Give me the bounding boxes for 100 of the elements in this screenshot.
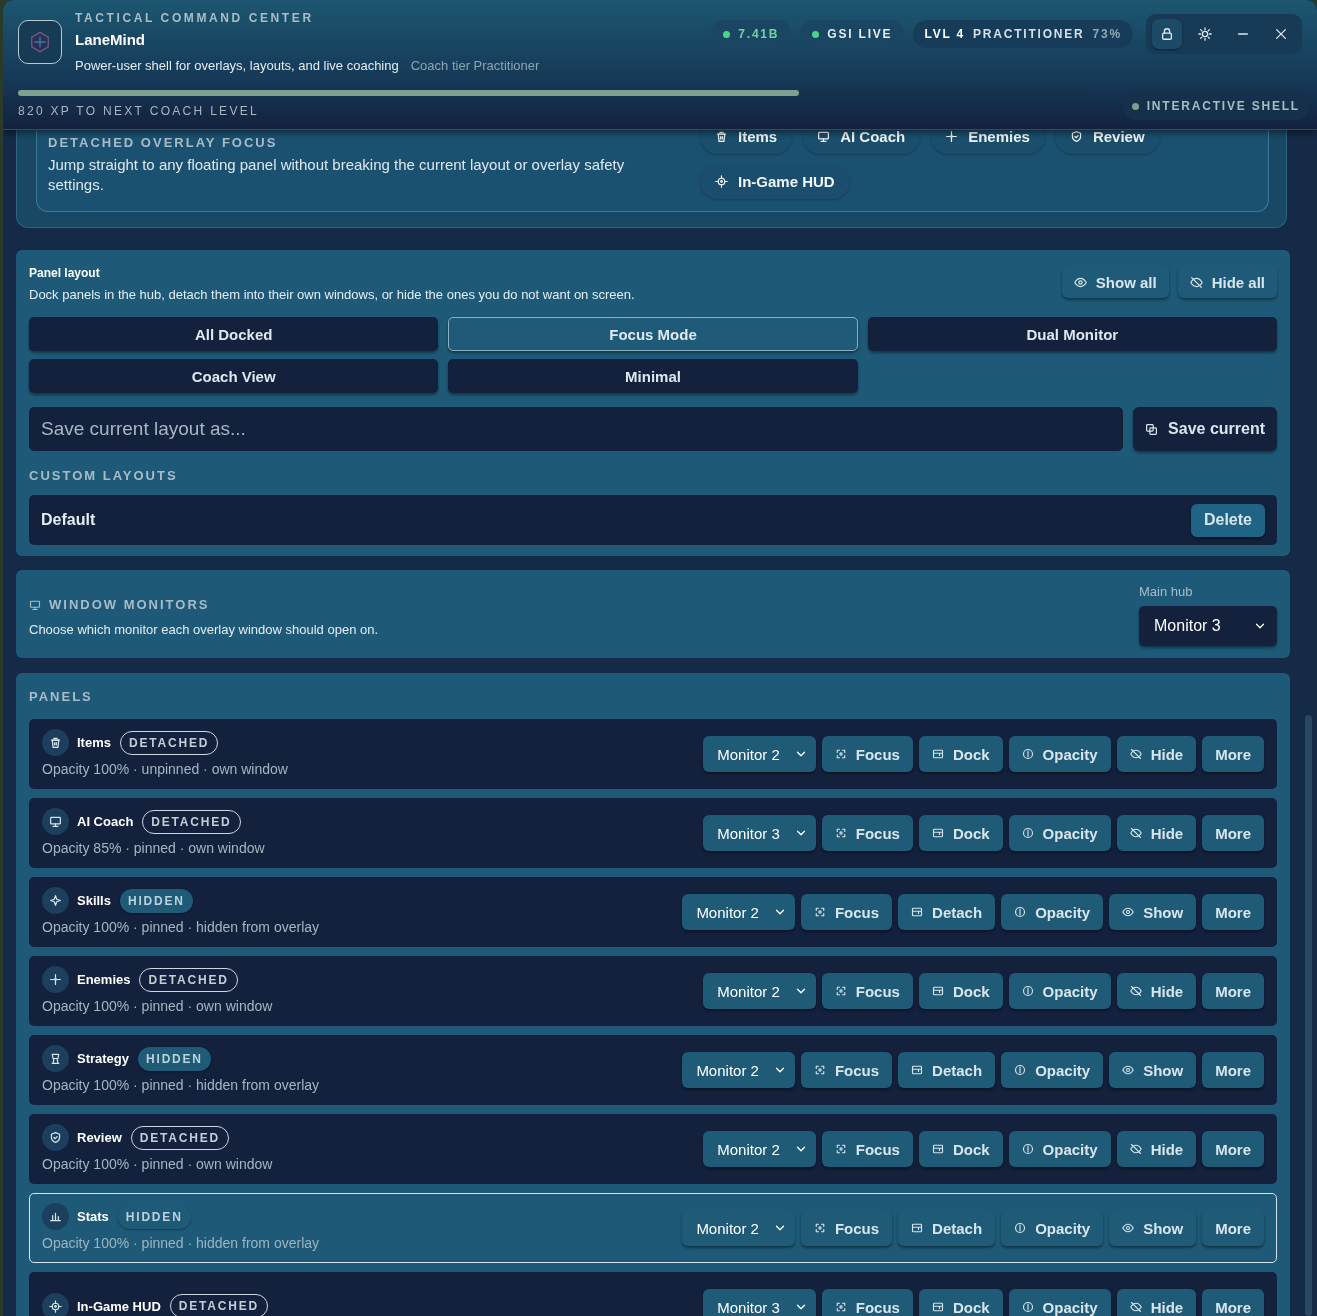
lock-button[interactable] xyxy=(1152,19,1182,49)
panel-action-button[interactable]: Hide xyxy=(1116,736,1197,772)
panel-action-button[interactable]: Opacity xyxy=(1008,815,1111,851)
half-circle-icon xyxy=(1021,748,1034,760)
panel-row[interactable]: Stats HIDDEN Opacity 100% · pinned · hidden from overlay Monitor 2 Focus Detach Opacity Show More xyxy=(29,1193,1277,1263)
panel-action-button[interactable]: Focus xyxy=(821,1131,913,1167)
half-circle-icon xyxy=(1014,1222,1027,1234)
monitor-select[interactable]: Monitor 3 xyxy=(1139,606,1277,646)
panel-action-button[interactable]: More xyxy=(1202,1052,1264,1088)
panel-action-button[interactable]: Opacity xyxy=(1001,1052,1104,1088)
settings-icon xyxy=(1198,27,1212,41)
panel-action-button[interactable]: Focus xyxy=(821,1289,913,1316)
layout-preset-button[interactable]: Dual Monitor xyxy=(867,317,1277,351)
panel-details: Opacity 100% · pinned · own window xyxy=(42,998,273,1014)
half-circle-icon xyxy=(1021,1301,1034,1313)
panel-focus-chip[interactable]: Review xyxy=(1054,130,1160,154)
panel-action-button[interactable]: Dock xyxy=(918,1131,1003,1167)
panel-name: Strategy xyxy=(77,1051,130,1066)
layout-preset-button[interactable]: Focus Mode xyxy=(448,317,858,351)
panel-name: Review xyxy=(77,1130,122,1145)
panel-action-button[interactable]: Opacity xyxy=(1008,1131,1111,1167)
monitor-select[interactable]: Monitor 3 xyxy=(703,815,816,851)
monitor-select[interactable]: Monitor 2 xyxy=(703,736,816,772)
lock-icon xyxy=(1160,27,1174,41)
panel-row[interactable]: Items DETACHED Opacity 100% · unpinned · own window Monitor 2 Focus Dock Opacity Hide More xyxy=(29,719,1277,789)
panel-action-button[interactable]: Hide xyxy=(1116,973,1197,1009)
window-icon xyxy=(931,748,944,760)
panel-details: Opacity 100% · pinned · hidden from overlay xyxy=(42,1077,320,1093)
panel-focus-chip[interactable]: Items xyxy=(700,130,793,154)
app-title: LaneMind xyxy=(75,31,146,48)
eye-icon xyxy=(1122,906,1135,918)
save-button[interactable]: Save current xyxy=(1133,407,1277,451)
panel-row[interactable]: In-Game HUD DETACHED Monitor 3 Focus Dock Opacity Hide More xyxy=(29,1272,1277,1316)
layout-preset-button[interactable]: Coach View xyxy=(29,359,439,393)
panel-action-button[interactable]: More xyxy=(1202,973,1264,1009)
panel-focus-chip[interactable]: In-Game HUD xyxy=(700,164,850,199)
panel-action-button[interactable]: Focus xyxy=(800,894,893,930)
panel-action-button[interactable]: Show xyxy=(1109,894,1197,930)
panel-status-badge: HIDDEN xyxy=(138,1046,211,1071)
panel-action-button[interactable]: Dock xyxy=(918,815,1003,851)
monitor-select[interactable]: Monitor 2 xyxy=(682,894,795,930)
panel-action-button[interactable]: Dock xyxy=(918,736,1003,772)
layout-name: Default xyxy=(41,511,96,529)
main-hub-label: Main hub xyxy=(1139,584,1194,599)
half-circle-icon xyxy=(1014,906,1027,918)
panel-row[interactable]: AI Coach DETACHED Opacity 85% · pinned · own window Monitor 3 Focus Dock Opacity Hide More xyxy=(29,798,1277,868)
panel-focus-chip[interactable]: AI Coach xyxy=(802,130,921,154)
panel-action-button[interactable]: Hide xyxy=(1116,1289,1197,1316)
panel-row[interactable]: Strategy HIDDEN Opacity 100% · pinned · hidden from overlay Monitor 2 Focus Detach Opacity Show More xyxy=(29,1035,1277,1105)
mode-label: INTERACTIVE SHELL xyxy=(1146,99,1300,113)
panel-action-button[interactable]: Focus xyxy=(821,815,913,851)
panel-action-button[interactable]: Opacity xyxy=(1008,1289,1111,1316)
panel-action-button[interactable]: More xyxy=(1202,1210,1264,1246)
layout-preset-button[interactable]: Minimal xyxy=(448,359,858,393)
panel-details: Opacity 85% · pinned · own window xyxy=(42,840,265,856)
panel-action-button[interactable]: Dock xyxy=(918,1289,1003,1316)
panel-action-button[interactable]: Show xyxy=(1109,1210,1197,1246)
panel-action-button[interactable]: More xyxy=(1202,815,1264,851)
panel-action-button[interactable]: Hide xyxy=(1116,815,1197,851)
panel-action-button[interactable]: Show xyxy=(1109,1052,1197,1088)
delete-button[interactable]: Delete xyxy=(1190,503,1265,537)
panel-action-button[interactable]: More xyxy=(1202,894,1264,930)
panel-action-button[interactable]: Focus xyxy=(800,1052,893,1088)
panel-row[interactable]: Review DETACHED Opacity 100% · pinned · own window Monitor 2 Focus Dock Opacity Hide More xyxy=(29,1114,1277,1184)
monitor-select[interactable]: Monitor 2 xyxy=(682,1052,795,1088)
half-circle-icon xyxy=(1021,827,1034,839)
panel-action-button[interactable]: Opacity xyxy=(1001,894,1104,930)
panel-name: Skills xyxy=(77,893,111,908)
panel-action-button[interactable]: Opacity xyxy=(1008,973,1111,1009)
focus-frame-icon xyxy=(834,748,847,760)
layout-action-button[interactable]: Hide all xyxy=(1177,266,1277,298)
panel-action-button[interactable]: Detach xyxy=(898,894,996,930)
window-icon xyxy=(911,1222,924,1234)
xp-label: 820 XP TO NEXT COACH LEVEL xyxy=(18,104,260,118)
panel-action-button[interactable]: More xyxy=(1202,736,1264,772)
panel-action-button[interactable]: Detach xyxy=(898,1210,996,1246)
panel-action-button[interactable]: Opacity xyxy=(1001,1210,1104,1246)
monitor-select[interactable]: Monitor 2 xyxy=(682,1210,795,1246)
panel-action-button[interactable]: More xyxy=(1202,1289,1264,1316)
monitor-select[interactable]: Monitor 2 xyxy=(703,1131,816,1167)
panel-row[interactable]: Skills HIDDEN Opacity 100% · pinned · hidden from overlay Monitor 2 Focus Detach Opacity Show More xyxy=(29,877,1277,947)
eye-off-icon xyxy=(1129,985,1142,997)
close-icon xyxy=(1274,27,1288,41)
panel-action-button[interactable]: Focus xyxy=(800,1210,893,1246)
panel-action-button[interactable]: Focus xyxy=(821,736,913,772)
panel-action-button[interactable]: Opacity xyxy=(1008,736,1111,772)
panel-action-button[interactable]: Focus xyxy=(821,973,913,1009)
panel-action-button[interactable]: Detach xyxy=(898,1052,996,1088)
scrollbar-thumb[interactable] xyxy=(1305,715,1312,1316)
panel-focus-chip[interactable]: Enemies xyxy=(930,130,1045,154)
panel-name: In-Game HUD xyxy=(77,1298,161,1314)
layout-action-button[interactable]: Show all xyxy=(1061,266,1169,298)
panel-action-button[interactable]: Hide xyxy=(1116,1131,1197,1167)
panel-row[interactable]: Enemies DETACHED Opacity 100% · pinned · own window Monitor 2 Focus Dock Opacity Hide More xyxy=(29,956,1277,1026)
panel-action-button[interactable]: Dock xyxy=(918,973,1003,1009)
monitor-select[interactable]: Monitor 3 xyxy=(703,1289,816,1316)
layout-name-field[interactable]: Save current layout as... xyxy=(29,407,1124,451)
panel-action-button[interactable]: More xyxy=(1202,1131,1264,1167)
monitor-select[interactable]: Monitor 2 xyxy=(703,973,816,1009)
layout-preset-button[interactable]: All Docked xyxy=(29,317,439,351)
